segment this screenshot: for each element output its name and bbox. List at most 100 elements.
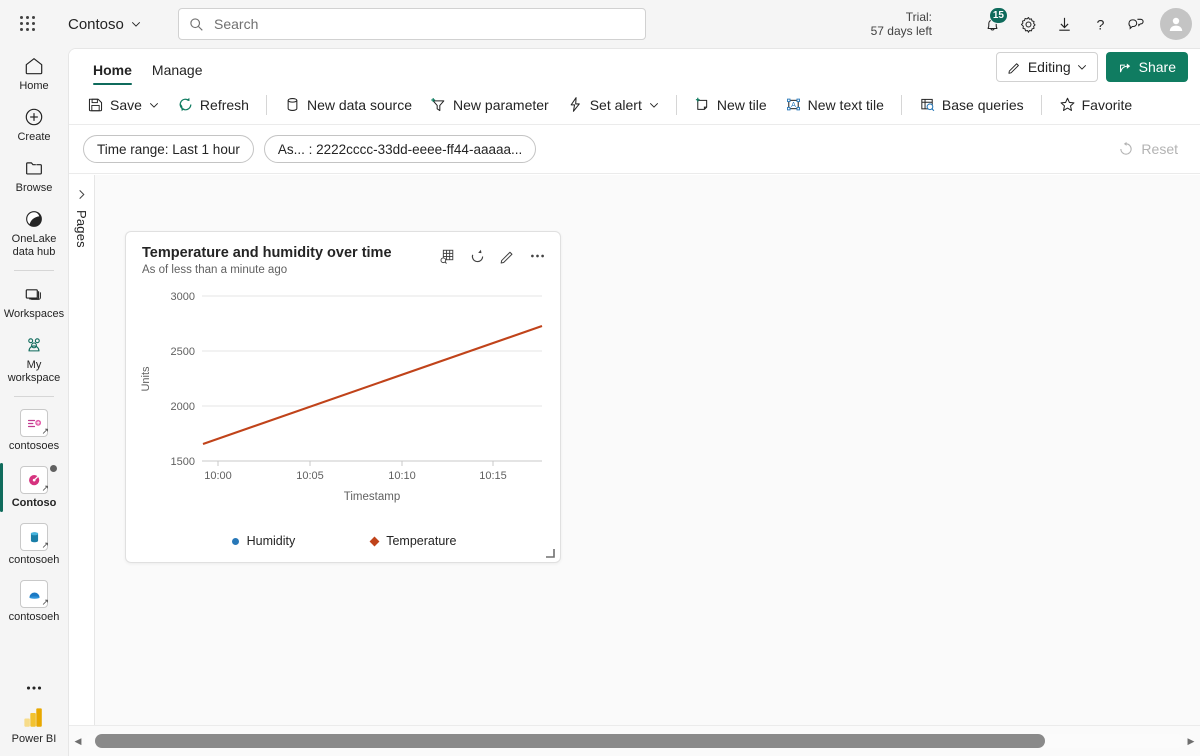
- search-icon: [189, 17, 204, 32]
- help-button[interactable]: ?: [1082, 6, 1118, 42]
- chevron-down-icon: [649, 100, 659, 110]
- y-axis-ticks: 3000 2500 2000 1500: [171, 291, 195, 468]
- rail-divider: [14, 396, 54, 397]
- save-label: Save: [110, 96, 142, 113]
- realtime-dashboard-icon: ↗: [20, 466, 49, 494]
- rail-more-options[interactable]: [0, 676, 68, 699]
- sidebar-item-home[interactable]: Home: [0, 48, 68, 99]
- sidebar-label: Contoso: [11, 497, 57, 509]
- svg-text:A: A: [791, 101, 796, 109]
- set-alert-button[interactable]: Set alert: [559, 90, 667, 120]
- dashboard-canvas: Pages Temperature and humidity over time…: [69, 175, 1200, 756]
- sidebar-item-contosoeh-eventhouse[interactable]: ↗ contosoeh: [0, 516, 68, 573]
- editing-mode-button[interactable]: Editing: [995, 52, 1098, 82]
- new-tile-button[interactable]: New tile: [686, 90, 775, 120]
- download-button[interactable]: [1046, 6, 1082, 42]
- chevron-down-icon: [149, 100, 159, 110]
- avatar[interactable]: [1160, 8, 1192, 40]
- shortcut-arrow-icon: ↗: [41, 540, 49, 550]
- shortcut-arrow-icon: ↗: [41, 597, 49, 607]
- person-icon: [1169, 17, 1183, 31]
- new-parameter-label: New parameter: [453, 96, 549, 113]
- tile-refresh-button[interactable]: [464, 243, 490, 269]
- sidebar-item-create[interactable]: Create: [0, 99, 68, 150]
- new-parameter-icon: [431, 98, 445, 112]
- tile-resize-handle[interactable]: [545, 548, 555, 558]
- search-input[interactable]: [212, 15, 635, 33]
- help-icon: ?: [1096, 17, 1104, 33]
- command-separator: [900, 94, 902, 115]
- sidebar-item-contoso[interactable]: ↗ Contoso: [0, 459, 68, 516]
- new-data-source-button[interactable]: New data source: [276, 90, 420, 120]
- folder-icon: [26, 162, 42, 175]
- sidebar-item-browse[interactable]: Browse: [0, 150, 68, 201]
- app-root: Contoso Trial: 57 days left: [0, 0, 1200, 756]
- tab-home[interactable]: Home: [83, 62, 142, 85]
- sidebar-label: Workspaces: [3, 308, 65, 320]
- more-options-icon: [26, 686, 42, 690]
- notifications-button[interactable]: 15: [974, 6, 1010, 42]
- scroll-right-icon[interactable]: ▶: [1184, 736, 1198, 747]
- brand-switcher[interactable]: Contoso: [62, 12, 147, 37]
- reset-button[interactable]: Reset: [1110, 137, 1186, 161]
- svg-text:10:00: 10:00: [204, 470, 232, 482]
- share-icon: [1119, 63, 1130, 72]
- x-axis-ticks: 10:00 10:05 10:10 10:15: [204, 461, 507, 482]
- tab-strip: Home Manage Editing Share: [69, 49, 1200, 85]
- rail-divider: [14, 270, 54, 271]
- refresh-icon: [471, 249, 483, 262]
- tab-label: Home: [93, 62, 132, 78]
- humidity-marker-icon: [231, 537, 239, 545]
- tab-label: Manage: [151, 62, 203, 78]
- more-options-icon: [530, 254, 544, 258]
- shortcut-arrow-icon: ↗: [41, 426, 49, 436]
- save-button[interactable]: Save: [79, 90, 167, 120]
- command-separator: [1040, 94, 1042, 115]
- chevron-right-icon: [76, 189, 87, 200]
- tile-edit-button[interactable]: [494, 243, 520, 269]
- left-navigation-rail: Home Create Browse OneLake data hub Work…: [0, 48, 68, 756]
- scroll-left-icon[interactable]: ◀: [71, 736, 85, 747]
- sidebar-item-my-workspace[interactable]: My workspace: [0, 327, 68, 391]
- sidebar-label: contosoes: [8, 440, 60, 452]
- pages-pane-toggle[interactable]: Pages: [69, 175, 95, 725]
- new-parameter-button[interactable]: New parameter: [422, 90, 557, 120]
- tile-header: Temperature and humidity over time As of…: [126, 232, 560, 276]
- trial-status: Trial: 57 days left: [871, 10, 932, 38]
- tab-manage[interactable]: Manage: [142, 62, 213, 85]
- app-launcher-button[interactable]: [8, 4, 48, 44]
- feedback-button[interactable]: [1118, 6, 1154, 42]
- legend-item-humidity[interactable]: Humidity: [231, 534, 295, 548]
- sidebar-item-contosoeh-kql-database[interactable]: ↗ contosoeh: [0, 573, 68, 630]
- sidebar-label: Home: [19, 80, 49, 92]
- favorite-button[interactable]: Favorite: [1051, 90, 1141, 120]
- new-text-tile-label: New text tile: [807, 96, 884, 113]
- refresh-button[interactable]: Refresh: [169, 90, 257, 120]
- dashboard-tile[interactable]: Temperature and humidity over time As of…: [125, 231, 561, 563]
- explore-data-button[interactable]: [434, 243, 460, 269]
- share-button[interactable]: Share: [1105, 52, 1188, 82]
- time-range-pill[interactable]: Time range: Last 1 hour: [83, 135, 254, 163]
- sidebar-item-power-bi[interactable]: Power BI: [0, 699, 68, 756]
- tile-actions: [434, 243, 550, 269]
- asset-parameter-pill[interactable]: As... : 2222cccc-33dd-eeee-ff44-aaaaa...: [263, 135, 537, 163]
- line-chart[interactable]: 3000 2500 2000 1500 Units 10:00 10:05 10…: [126, 284, 562, 514]
- command-separator: [675, 94, 677, 115]
- new-text-tile-button[interactable]: A New text tile: [777, 90, 892, 120]
- eventhouse-icon: ↗: [20, 523, 49, 551]
- base-queries-button[interactable]: Base queries: [911, 90, 1032, 120]
- horizontal-scrollbar[interactable]: ◀ ▶: [69, 725, 1200, 756]
- chart-area: 3000 2500 2000 1500 Units 10:00 10:05 10…: [126, 284, 562, 564]
- svg-text:10:10: 10:10: [388, 470, 416, 482]
- scrollbar-track[interactable]: [85, 734, 1184, 748]
- settings-button[interactable]: [1010, 6, 1046, 42]
- search-box[interactable]: [178, 8, 646, 40]
- scrollbar-thumb[interactable]: [95, 734, 1045, 748]
- sidebar-item-workspaces[interactable]: Workspaces: [0, 276, 68, 327]
- series-temperature[interactable]: [202, 325, 543, 445]
- tile-more-options-button[interactable]: [524, 243, 550, 269]
- sidebar-item-onelake-data-hub[interactable]: OneLake data hub: [0, 201, 68, 265]
- legend-item-temperature[interactable]: Temperature: [369, 534, 456, 548]
- editing-label: Editing: [1027, 59, 1071, 75]
- sidebar-item-contosoes[interactable]: ↗ contosoes: [0, 402, 68, 459]
